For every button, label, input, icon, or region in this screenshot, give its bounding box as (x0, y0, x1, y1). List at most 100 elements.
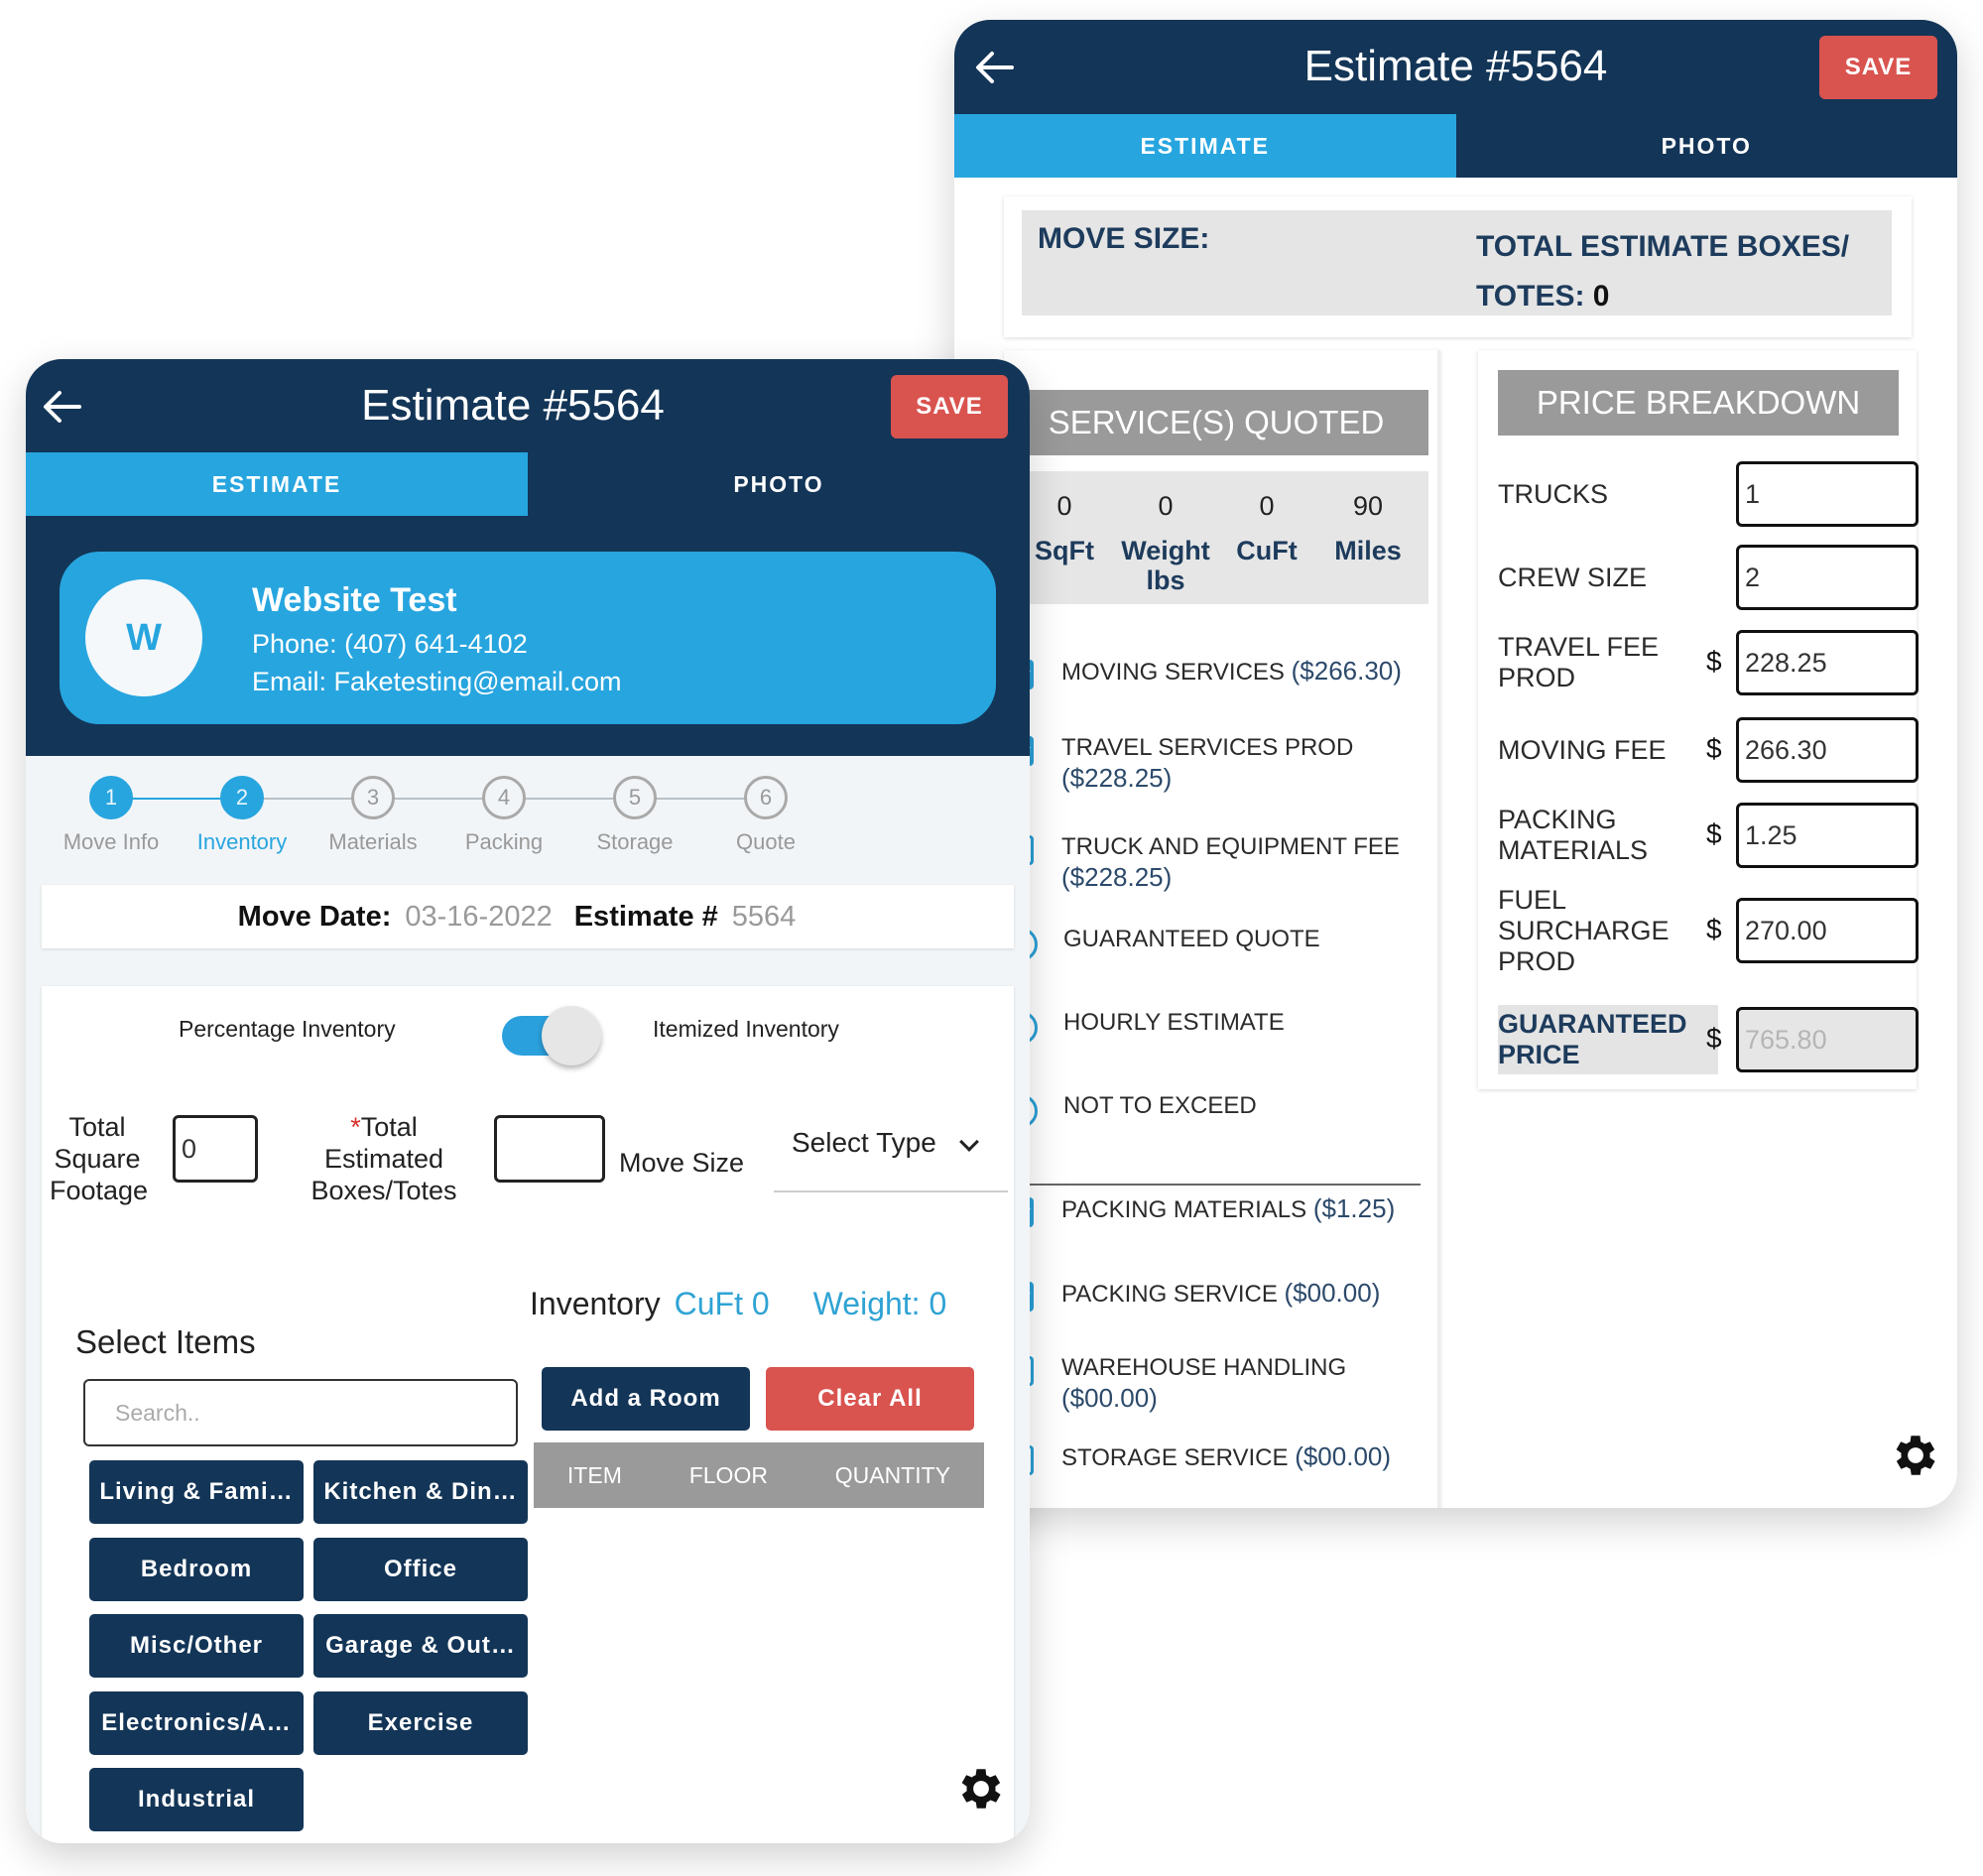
total-boxes-input[interactable] (494, 1115, 605, 1183)
price-breakdown-card: PRICE BREAKDOWN TRUCKS CREW SIZE TRAVEL FE… (1478, 350, 1919, 1089)
room-button[interactable]: Living & Fami… (89, 1460, 304, 1524)
step-storage[interactable]: 5 Storage (565, 776, 704, 855)
price-input[interactable] (1736, 630, 1919, 695)
settings-gear-button[interactable] (1889, 1429, 1942, 1482)
save-button[interactable]: SAVE (1819, 36, 1937, 99)
room-button[interactable]: Electronics/A… (89, 1690, 304, 1755)
move-size-select[interactable]: Select Type (774, 1113, 1008, 1192)
service-label: TRAVEL SERVICES PROD (1061, 734, 1354, 761)
price-input[interactable] (1736, 898, 1919, 963)
step-move-info[interactable]: 1 Move Info (42, 776, 181, 855)
percentage-inventory-label: Percentage Inventory (179, 1016, 396, 1042)
total-square-footage-label: Total Square Footage (50, 1112, 149, 1205)
room-button[interactable]: Industrial (89, 1768, 304, 1831)
add-room-button[interactable]: Add a Room (542, 1367, 750, 1431)
stat-weight: 0 Weight lbs (1121, 491, 1210, 595)
tab-photo[interactable]: PHOTO (528, 452, 1030, 516)
move-date-label: Move Date: (237, 900, 392, 933)
price-input (1736, 1007, 1919, 1072)
dollar-sign: $ (1706, 733, 1722, 764)
inventory-mode-toggle[interactable] (500, 1000, 609, 1069)
inventory-cuft: CuFt 0 (674, 1286, 770, 1321)
step-label: Packing (464, 829, 544, 854)
room-button[interactable]: Garage & Out… (313, 1614, 528, 1678)
dollar-sign: $ (1706, 914, 1722, 944)
services-header: SERVICE(S) QUOTED (1004, 390, 1428, 455)
checkbox-moving-services[interactable]: MOVING SERVICES ($266.30) (1004, 656, 1402, 689)
service-amount: ($00.00) (1295, 1441, 1392, 1471)
step-packing[interactable]: 4 Packing (434, 776, 573, 855)
inventory-label: Inventory (530, 1286, 661, 1321)
price-input[interactable] (1736, 717, 1919, 783)
step-number: 1 (89, 776, 133, 819)
tab-estimate[interactable]: ESTIMATE (954, 114, 1456, 178)
checkbox-storage-service[interactable]: STORAGE SERVICE ($00.00) (1004, 1441, 1391, 1475)
checkbox-packing-service[interactable]: PACKING SERVICE ($00.00) (1004, 1278, 1380, 1312)
inventory-weight: Weight: 0 (812, 1286, 947, 1321)
price-label: MOVING FEE (1498, 734, 1667, 765)
right-estimate-screen: Estimate #5564 SAVE ESTIMATE PHOTO MOVE … (954, 20, 1957, 1508)
price-label: FUEL SURCHARGE PROD (1498, 884, 1670, 976)
checkbox-travel-services-prod[interactable]: TRAVEL SERVICES PROD ($228.25) (1004, 732, 1353, 795)
price-label: GUARANTEED PRICE (1498, 1009, 1687, 1069)
move-date-bar: Move Date: 03-16-2022 Estimate # 5564 (42, 885, 1014, 948)
room-button[interactable]: Kitchen & Din… (313, 1460, 528, 1524)
step-number: 6 (744, 776, 788, 819)
service-label: WAREHOUSE HANDLING (1061, 1354, 1347, 1381)
total-boxes-label: *Total Estimated Boxes/Totes (310, 1112, 457, 1205)
total-boxes-label: TOTAL ESTIMATE BOXES/ (1476, 230, 1850, 263)
checkbox-packing-materials[interactable]: PACKING MATERIALS ($1.25) (1004, 1193, 1395, 1227)
header-bar: Estimate #5564 SAVE (954, 20, 1957, 115)
room-button[interactable]: Office (313, 1537, 528, 1601)
clear-all-button[interactable]: Clear All (766, 1367, 974, 1431)
step-label: Inventory (196, 829, 288, 854)
service-label: PACKING MATERIALS (1061, 1196, 1307, 1223)
customer-card[interactable]: W Website Test Phone: (407) 641-4102 Ema… (60, 552, 996, 724)
service-label: HOURLY ESTIMATE (1063, 1009, 1285, 1036)
checkbox-truck-and-equipment-fee[interactable]: TRUCK AND EQUIPMENT FEE ($228.25) (1004, 831, 1400, 894)
radio-guaranteed-quote[interactable]: GUARANTEED QUOTE (1004, 924, 1320, 961)
service-amount: ($228.25) (1061, 763, 1173, 793)
room-button[interactable]: Misc/Other (89, 1614, 304, 1678)
stats-row: 0 SqFt 0 Weight lbs 0 CuFt 90 Miles (1004, 471, 1428, 604)
service-label: GUARANTEED QUOTE (1063, 926, 1320, 952)
services-quoted-card: SERVICE(S) QUOTED 0 SqFt 0 Weight lbs 0 CuF… (1004, 350, 1440, 1508)
price-header: PRICE BREAKDOWN (1498, 370, 1899, 436)
total-square-footage-input[interactable] (173, 1115, 258, 1183)
customer-phone: Phone: (407) 641-4102 (252, 629, 528, 659)
radio-not-to-exceed[interactable]: NOT TO EXCEED (1004, 1090, 1257, 1128)
step-materials[interactable]: 3 Materials (304, 776, 442, 855)
estimate-number-value: 5564 (731, 900, 797, 933)
service-label: PACKING SERVICE (1061, 1281, 1278, 1308)
price-input[interactable] (1736, 803, 1919, 868)
radio-hourly-estimate[interactable]: HOURLY ESTIMATE (1004, 1007, 1285, 1045)
col-item: ITEM (566, 1461, 622, 1488)
stat-miles: 90 Miles (1334, 491, 1402, 565)
tab-estimate[interactable]: ESTIMATE (26, 452, 528, 516)
service-label: TRUCK AND EQUIPMENT FEE (1061, 833, 1400, 860)
move-size-summary: MOVE SIZE: TOTAL ESTIMATE BOXES/ TOTES: … (1004, 196, 1912, 337)
service-label: NOT TO EXCEED (1063, 1092, 1257, 1119)
customer-email: Email: Faketesting@email.com (252, 667, 622, 696)
dollar-sign: $ (1706, 818, 1722, 849)
step-quote[interactable]: 6 Quote (696, 776, 835, 855)
step-number: 4 (482, 776, 526, 819)
price-input[interactable] (1736, 545, 1919, 610)
checkbox-warehouse-handling[interactable]: WAREHOUSE HANDLING ($00.00) (1004, 1352, 1346, 1415)
step-number: 5 (613, 776, 657, 819)
col-quantity: QUANTITY (834, 1461, 951, 1488)
column-separator (1437, 350, 1440, 1508)
header-bar: Estimate #5564 SAVE (26, 359, 1030, 454)
tab-photo[interactable]: PHOTO (1456, 114, 1958, 178)
room-button[interactable]: Exercise (313, 1690, 528, 1755)
room-button[interactable]: Bedroom (89, 1537, 304, 1601)
select-items-heading: Select Items (75, 1323, 256, 1360)
price-label: TRUCKS (1498, 478, 1609, 509)
step-label: Storage (596, 829, 674, 854)
price-input[interactable] (1736, 461, 1919, 527)
settings-gear-button[interactable] (954, 1762, 1008, 1815)
save-button[interactable]: SAVE (891, 375, 1008, 438)
move-size-label: MOVE SIZE: (1038, 222, 1210, 255)
search-input[interactable] (83, 1379, 518, 1446)
step-inventory[interactable]: 2 Inventory (173, 776, 311, 855)
